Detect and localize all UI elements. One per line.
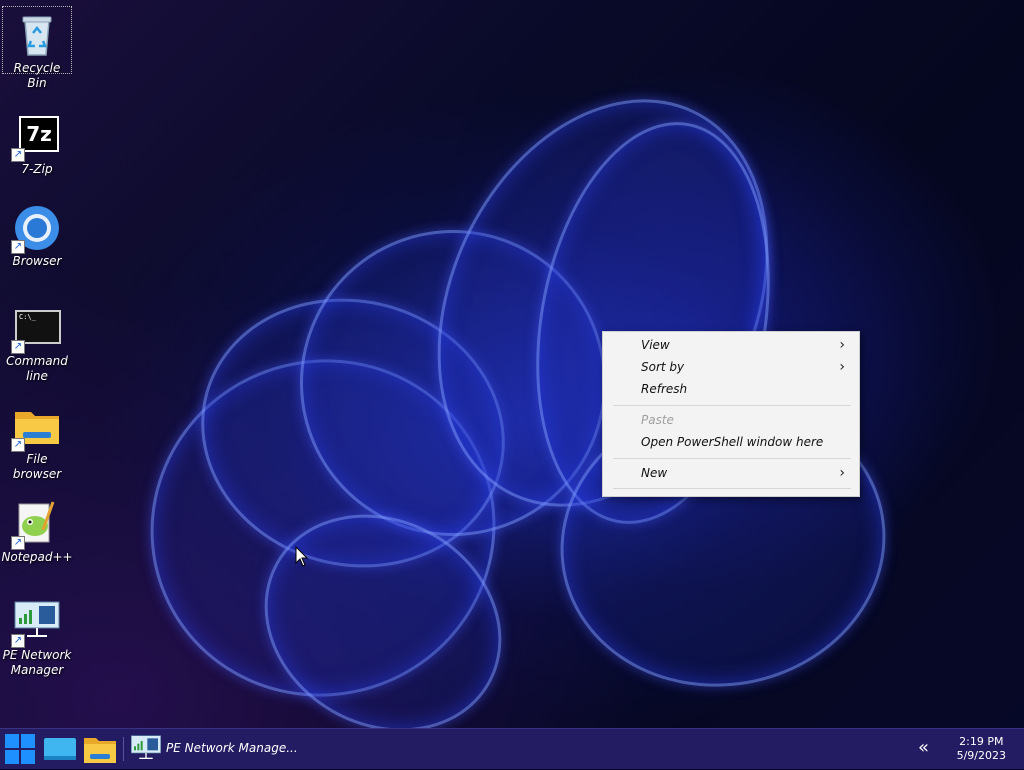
browser-icon: ↗ (11, 204, 61, 254)
desktop-icon-label: 7-Zip (21, 162, 53, 176)
start-button[interactable] (0, 732, 40, 766)
menu-item-label: Paste (641, 413, 674, 427)
shortcut-arrow-icon: ↗ (11, 340, 25, 354)
menu-item-label: View (641, 338, 670, 352)
taskbar-clock[interactable]: 2:19 PM 5/9/2023 (957, 735, 1006, 763)
menu-item-refresh[interactable]: Refresh (603, 379, 859, 399)
network-manager-icon: ↗ (11, 598, 61, 648)
terminal-icon: C:\_ ↗ (11, 304, 61, 354)
desktop-icon-label: Notepad++ (1, 550, 73, 564)
menu-separator (613, 488, 851, 489)
recycle-bin-icon (13, 11, 61, 59)
menu-item-label: Sort by (641, 360, 685, 374)
menu-item-view[interactable]: View › (603, 335, 859, 355)
desktop-icon-label: File browser (12, 452, 62, 481)
clock-time: 2:19 PM (959, 735, 1004, 748)
menu-item-paste: Paste (603, 410, 859, 430)
desktop-icon-label: Recycle Bin (13, 61, 61, 90)
seven-zip-icon: 7z ↗ (11, 112, 61, 162)
show-desktop-icon (44, 738, 76, 760)
shortcut-arrow-icon: ↗ (11, 536, 25, 550)
desktop-icon-label: PE Network Manager (2, 648, 72, 677)
clock-date: 5/9/2023 (956, 749, 1006, 762)
desktop-icon-recycle-bin[interactable]: Recycle Bin (2, 6, 72, 90)
shortcut-arrow-icon: ↗ (11, 438, 25, 452)
desktop-context-menu: View › Sort by › Refresh Paste Open Powe… (602, 331, 860, 497)
desktop-icon-file-browser[interactable]: ↗ File browser (2, 398, 72, 482)
taskbar-app-label: PE Network Manage... (166, 741, 298, 755)
desktop[interactable]: Recycle Bin 7z ↗ 7-Zip ↗ Browser C:\_ ↗ … (0, 0, 1024, 728)
network-manager-icon (131, 735, 161, 759)
folder-icon (84, 738, 116, 763)
taskbar-desktop-button[interactable] (42, 732, 78, 766)
menu-item-new[interactable]: New › (603, 463, 859, 483)
shortcut-arrow-icon: ↗ (11, 148, 25, 162)
menu-item-sort-by[interactable]: Sort by › (603, 357, 859, 377)
tray-overflow-chevron-icon[interactable]: « (918, 737, 929, 758)
desktop-icon-command-line[interactable]: C:\_ ↗ Command line (2, 300, 72, 384)
menu-separator (613, 405, 851, 406)
taskbar: PE Network Manage... « 2:19 PM 5/9/2023 (0, 728, 1024, 769)
shortcut-arrow-icon: ↗ (11, 240, 25, 254)
taskbar-divider (123, 737, 124, 761)
taskbar-file-explorer-button[interactable] (82, 732, 118, 766)
desktop-icon-7zip[interactable]: 7z ↗ 7-Zip (2, 108, 72, 177)
desktop-icon-label: Command line (6, 354, 68, 383)
notepad-plus-plus-icon: ↗ (11, 500, 61, 550)
chevron-right-icon: › (839, 337, 845, 353)
chevron-right-icon: › (839, 465, 845, 481)
menu-item-label: Refresh (641, 382, 688, 396)
menu-item-open-powershell[interactable]: Open PowerShell window here (603, 432, 859, 452)
windows-logo-icon (5, 734, 35, 764)
menu-item-label: Open PowerShell window here (641, 435, 824, 449)
desktop-icon-notepad-plus-plus[interactable]: ↗ Notepad++ (1, 496, 73, 565)
menu-item-label: New (641, 466, 668, 480)
chevron-right-icon: › (839, 359, 845, 375)
mouse-cursor-icon (295, 546, 309, 567)
desktop-icon-label: Browser (12, 254, 62, 268)
menu-separator (613, 458, 851, 459)
seven-zip-glyph: 7z (19, 116, 59, 152)
desktop-icon-browser[interactable]: ↗ Browser (2, 200, 72, 269)
folder-icon: ↗ (11, 402, 61, 452)
shortcut-arrow-icon: ↗ (11, 634, 25, 648)
desktop-icon-pe-network-manager[interactable]: ↗ PE Network Manager (2, 594, 72, 678)
